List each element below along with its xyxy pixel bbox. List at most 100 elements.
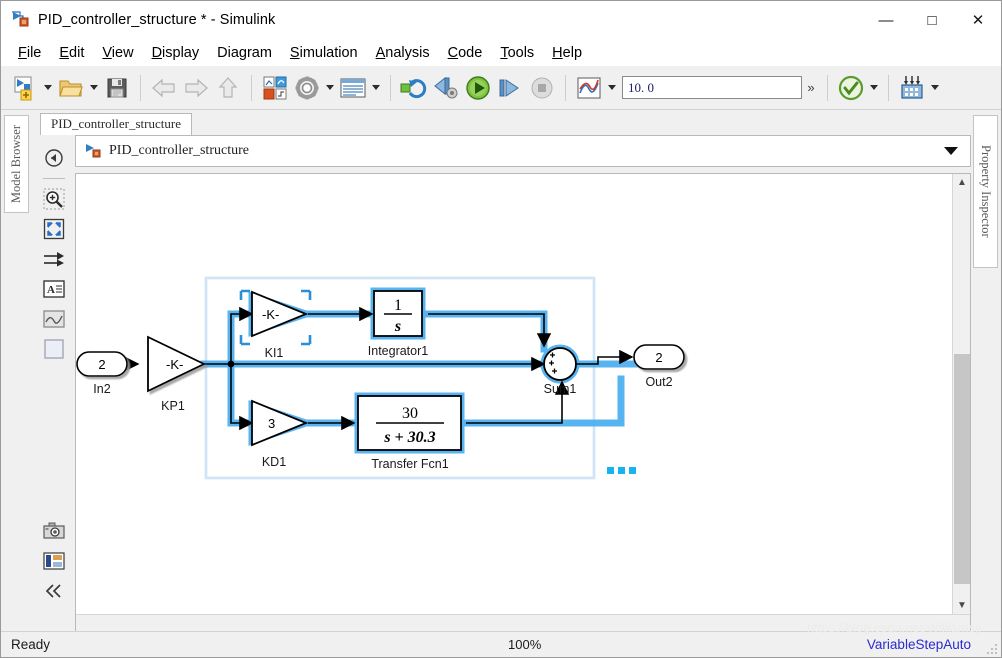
menu-bar: File Edit View Display Diagram Simulatio… <box>1 39 1001 66</box>
fit-to-view-icon[interactable] <box>38 214 70 244</box>
open-dropdown[interactable] <box>87 72 101 104</box>
canvas-horizontal-scrollbar[interactable] <box>76 614 970 632</box>
simulink-model-icon <box>11 11 31 29</box>
vertical-scrollbar-thumb[interactable] <box>954 354 970 584</box>
menu-tools[interactable]: Tools <box>491 43 543 63</box>
property-inspector-label: Property Inspector <box>979 145 993 238</box>
status-bar: Ready 100% VariableStepAuto <box>1 631 1001 657</box>
gain-kd1[interactable] <box>251 399 309 447</box>
model-canvas-container: 2 In2 -K- KP1 -K- KI1 1 s Integrator1 3 … <box>75 173 971 633</box>
zoom-in-icon[interactable] <box>38 184 70 214</box>
close-button[interactable]: ✕ <box>955 1 1001 39</box>
menu-file[interactable]: File <box>9 43 50 63</box>
inport-in2-value: 2 <box>98 357 105 372</box>
breadcrumb: PID_controller_structure <box>75 135 971 167</box>
menu-display[interactable]: Display <box>143 43 209 63</box>
breadcrumb-dropdown-icon[interactable] <box>944 147 958 155</box>
menu-diagram[interactable]: Diagram <box>208 43 281 63</box>
fast-restart-icon[interactable] <box>430 72 462 104</box>
model-settings-gear-icon[interactable] <box>291 72 323 104</box>
transfer-fcn1-denominator: s + 30.3 <box>383 429 435 446</box>
navigate-back-icon[interactable] <box>38 143 70 173</box>
property-inspector-tab[interactable]: Property Inspector <box>973 115 998 268</box>
solver-name[interactable]: VariableStepAuto <box>867 637 971 652</box>
forward-arrow-icon[interactable] <box>180 72 212 104</box>
new-model-icon[interactable] <box>9 72 41 104</box>
breadcrumb-model-name[interactable]: PID_controller_structure <box>109 143 249 159</box>
model-advisor-dropdown[interactable] <box>867 72 881 104</box>
snapshot-camera-icon[interactable] <box>38 516 70 546</box>
left-dock: Model Browser <box>2 111 31 633</box>
maximize-button[interactable]: □ <box>909 1 955 39</box>
toolbar-separator <box>565 74 566 101</box>
run-simulation-icon[interactable] <box>462 72 494 104</box>
model-configuration-icon[interactable] <box>337 72 369 104</box>
gain-kp1-label: KP1 <box>161 399 185 413</box>
scroll-up-icon[interactable]: ▲ <box>953 174 970 191</box>
integrator1-numerator: 1 <box>394 297 402 314</box>
simulation-stop-time-input[interactable]: 10. 0 <box>622 76 802 99</box>
menu-edit[interactable]: Edit <box>50 43 93 63</box>
model-tab-strip: PID_controller_structure <box>32 111 971 135</box>
scope-viewer-icon[interactable] <box>38 304 70 334</box>
sum1[interactable] <box>543 347 577 381</box>
integrator1-denominator: s <box>394 318 401 335</box>
right-dock: Property Inspector <box>970 111 1000 633</box>
window-title: PID_controller_structure * - Simulink <box>38 12 276 28</box>
model-advisor-check-icon[interactable] <box>835 72 867 104</box>
save-icon[interactable] <box>101 72 133 104</box>
overflow-chevrons-icon[interactable]: » <box>802 80 820 95</box>
area-rectangle-icon[interactable] <box>38 334 70 364</box>
menu-help[interactable]: Help <box>543 43 591 63</box>
outport-out2-label: Out2 <box>645 375 672 389</box>
gain-ki1-label: KI1 <box>265 346 284 360</box>
annotation-text-icon[interactable]: A <box>38 274 70 304</box>
open-folder-icon[interactable] <box>55 72 87 104</box>
ellipsis-action-indicator[interactable] <box>607 467 636 474</box>
back-arrow-icon[interactable] <box>148 72 180 104</box>
minimize-button[interactable]: — <box>863 1 909 39</box>
outport-out2-value: 2 <box>655 350 662 365</box>
model-settings-dropdown[interactable] <box>323 72 337 104</box>
menu-simulation[interactable]: Simulation <box>281 43 367 63</box>
build-deploy-dropdown[interactable] <box>928 72 942 104</box>
update-model-icon[interactable] <box>398 72 430 104</box>
toolbar-separator <box>827 74 828 101</box>
scroll-down-icon[interactable]: ▼ <box>953 597 970 614</box>
simulation-data-inspector-icon[interactable] <box>573 72 605 104</box>
library-browser-icon[interactable] <box>259 72 291 104</box>
title-bar: PID_controller_structure * - Simulink — … <box>1 1 1001 39</box>
menu-view[interactable]: View <box>93 43 142 63</box>
up-arrow-icon[interactable] <box>212 72 244 104</box>
collapse-panel-icon[interactable] <box>38 576 70 606</box>
stop-simulation-icon <box>526 72 558 104</box>
sdi-dropdown[interactable] <box>605 72 619 104</box>
model-canvas[interactable]: 2 In2 -K- KP1 -K- KI1 1 s Integrator1 3 … <box>76 174 951 614</box>
canvas-vertical-scrollbar[interactable]: ▲ ▼ <box>952 174 970 614</box>
model-browser-tab[interactable]: Model Browser <box>4 115 29 213</box>
step-forward-icon[interactable] <box>494 72 526 104</box>
model-editor: PID_controller_structure A PID_controlle… <box>32 111 971 633</box>
menu-code[interactable]: Code <box>439 43 492 63</box>
gain-kd1-value: 3 <box>268 416 275 431</box>
signal-arrow-icon[interactable] <box>38 244 70 274</box>
toolbar-separator <box>888 74 889 101</box>
toolbar-separator <box>390 74 391 101</box>
new-model-dropdown[interactable] <box>41 72 55 104</box>
main-toolbar: 10. 0 » <box>1 66 1001 110</box>
block-diagram[interactable]: 2 In2 -K- KP1 -K- KI1 1 s Integrator1 3 … <box>76 174 951 614</box>
status-text: Ready <box>11 637 51 652</box>
build-deploy-icon[interactable] <box>896 72 928 104</box>
gain-ki1-value: -K- <box>262 307 279 322</box>
model-browser-label: Model Browser <box>9 124 23 204</box>
resize-grip-icon[interactable] <box>986 643 998 655</box>
toolbar-separator <box>251 74 252 101</box>
tab-pid-controller-structure[interactable]: PID_controller_structure <box>40 113 192 135</box>
sum1-label: Sum1 <box>544 382 577 396</box>
zoom-level[interactable]: 100% <box>508 637 541 652</box>
window-controls: — □ ✕ <box>863 1 1001 39</box>
menu-analysis[interactable]: Analysis <box>367 43 439 63</box>
inport-in2-label: In2 <box>93 382 110 396</box>
legend-icon[interactable] <box>38 546 70 576</box>
model-config-dropdown[interactable] <box>369 72 383 104</box>
